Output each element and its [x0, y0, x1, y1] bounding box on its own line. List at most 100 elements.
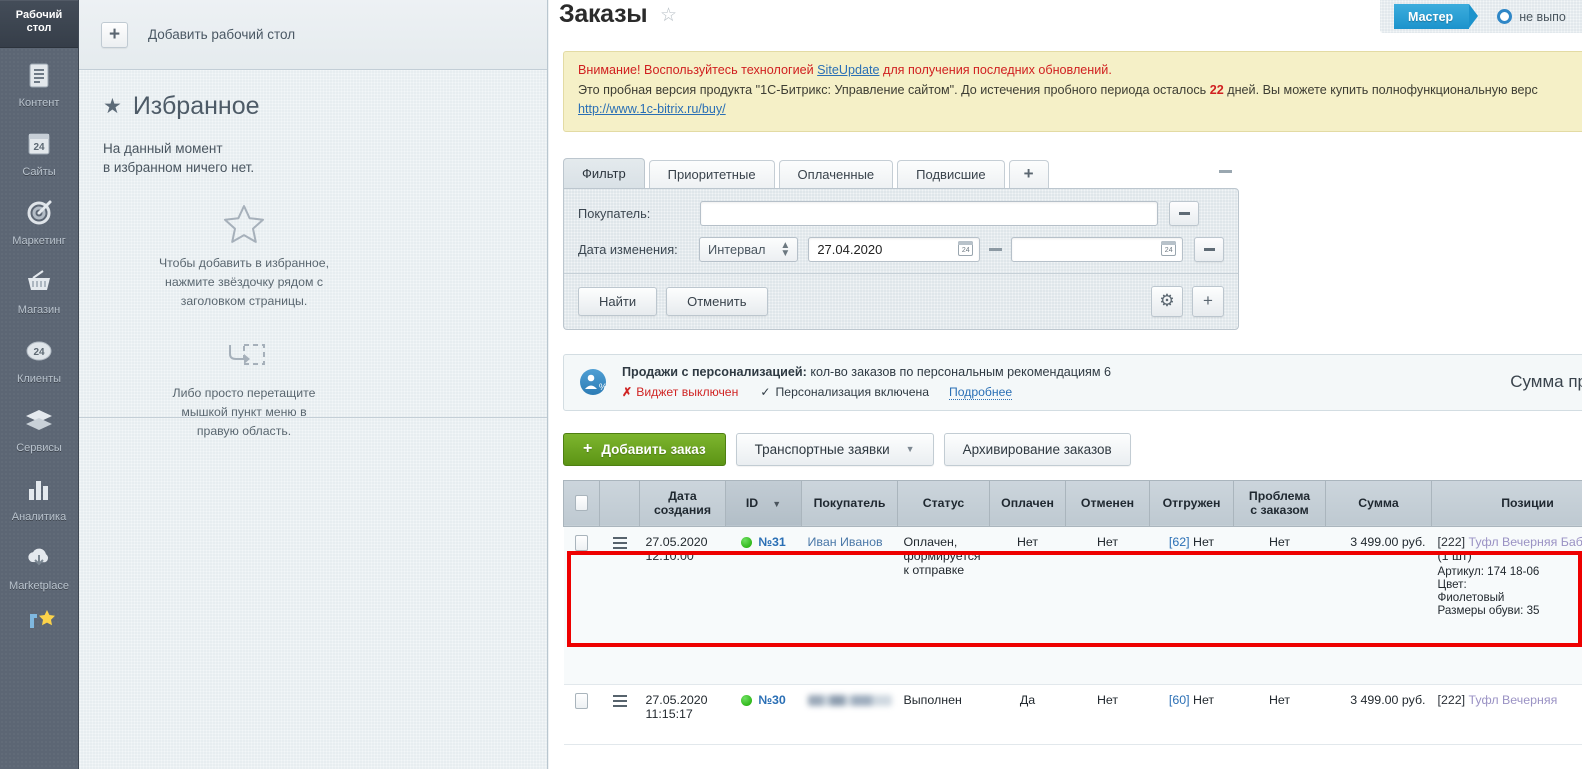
master-button[interactable]: Мастер	[1394, 4, 1479, 29]
row-id-link[interactable]: №31	[758, 535, 786, 549]
sidebar-item-services[interactable]: Сервисы	[0, 393, 78, 462]
remove-buyer-filter-icon[interactable]	[1169, 200, 1199, 226]
table-row[interactable]: 27.05.2020 11:15:17 №30 Выполнен Да Нет …	[563, 684, 1582, 745]
favorites-empty-line1: На данный момент	[103, 141, 223, 156]
row-buyer-redacted[interactable]	[807, 694, 892, 706]
sidebar-item-marketplace[interactable]: Marketplace	[0, 531, 78, 600]
col-id[interactable]: ID ▼	[725, 479, 802, 527]
remove-date-filter-icon[interactable]	[1194, 236, 1224, 262]
col-problem-line2: с заказом	[1250, 503, 1309, 517]
date-from-input[interactable]	[808, 236, 981, 262]
row-buyer-cell[interactable]	[801, 684, 898, 745]
table-row[interactable]: 27.05.2020 12:10:00 №31 Иван Иванов Опла…	[563, 526, 1582, 685]
sidebar-item-analytics[interactable]: Аналитика	[0, 462, 78, 531]
sidebar-item-sites[interactable]: 24 Сайты	[0, 117, 78, 186]
warning-prefix: Внимание! Воспользуйтесь технологией	[578, 63, 818, 77]
favorites-hint-drag: Либо просто перетащите мышкой пункт меню…	[79, 333, 409, 441]
add-desktop-label[interactable]: Добавить рабочий стол	[148, 27, 295, 42]
row-checkbox[interactable]	[575, 534, 588, 551]
personalization-text: Продажи с персонализацией: кол-во заказо…	[622, 365, 1111, 400]
widget-off-status: ✗ Виджет выключен	[622, 385, 738, 399]
row-select-cell[interactable]	[563, 526, 600, 685]
row-checkbox[interactable]	[575, 692, 588, 709]
col-cancelled[interactable]: Отменен	[1065, 479, 1150, 527]
col-positions[interactable]: Позиции	[1431, 479, 1582, 527]
favorites-title: Избранное	[132, 92, 260, 120]
row-position-name[interactable]: Туфл Вечерняя	[1469, 693, 1558, 707]
siteupdate-link[interactable]: SiteUpdate	[817, 63, 879, 77]
select-all-checkbox[interactable]	[575, 495, 588, 511]
archive-orders-button[interactable]: Архивирование заказов	[943, 432, 1131, 466]
favorites-empty-text: На данный момент в избранном ничего нет.	[79, 139, 547, 177]
more-details-link[interactable]: Подробнее	[949, 385, 1013, 400]
col-buyer[interactable]: Покупатель	[801, 479, 898, 527]
buyer-input[interactable]	[700, 200, 1158, 226]
row-select-cell[interactable]	[563, 684, 600, 745]
row-buyer-link[interactable]: Иван Иванов	[808, 535, 883, 549]
row-actions-icon[interactable]	[612, 694, 627, 707]
row-actions-icon[interactable]	[612, 536, 627, 549]
transport-requests-button[interactable]: Транспортные заявки ▼	[735, 432, 934, 466]
sidebar-item-content[interactable]: Контент	[0, 48, 78, 117]
sidebar-item-settings[interactable]	[0, 600, 78, 646]
date-to-input[interactable]	[1011, 236, 1184, 262]
col-shipped[interactable]: Отгружен	[1149, 479, 1234, 527]
col-date-created[interactable]: Дата создания	[639, 479, 726, 527]
row-menu-cell[interactable]	[599, 684, 640, 745]
hint2-line2: мышкой пункт меню в	[181, 405, 307, 419]
personalization-panel: % Продажи с персонализацией: кол-во зака…	[563, 353, 1582, 411]
hint2-line1: Либо просто перетащите	[172, 386, 316, 400]
row-id-cell[interactable]: №31	[725, 526, 802, 685]
buy-link[interactable]: http://www.1c-bitrix.ru/buy/	[578, 102, 726, 116]
row-buyer-cell[interactable]: Иван Иванов	[801, 526, 898, 685]
add-order-button[interactable]: + Добавить заказ	[563, 432, 726, 466]
sidebar-item-desktop[interactable]: Рабочий стол	[0, 0, 78, 48]
plus-icon[interactable]: +	[101, 21, 128, 48]
cancel-button[interactable]: Отменить	[666, 286, 768, 316]
row-menu-cell[interactable]	[599, 526, 640, 685]
radio-button-icon[interactable]	[1497, 9, 1513, 24]
personalization-status-line: ✗ Виджет выключен ✓ Персонализация включен…	[622, 385, 1111, 400]
select-all-header[interactable]	[563, 479, 600, 527]
warning-line-3: http://www.1c-bitrix.ru/buy/	[578, 100, 1582, 120]
collapse-filter-icon[interactable]	[1219, 169, 1232, 173]
sidebar-item-label: Маркетинг	[12, 235, 66, 247]
row-date-line1: 27.05.2020	[645, 534, 708, 549]
col-problem[interactable]: Проблема с заказом	[1233, 479, 1326, 527]
row-id-cell[interactable]: №30	[725, 684, 802, 745]
tab-hanging[interactable]: Подвисшие	[897, 159, 1005, 188]
col-problem-line1: Проблема	[1248, 489, 1311, 503]
tab-filter[interactable]: Фильтр	[563, 157, 645, 188]
filter-body: Покупатель: Дата изменения: Интервал ▲ ▼ …	[563, 187, 1239, 330]
filter-panel: Фильтр Приоритетные Оплаченные Подвисшие…	[563, 157, 1239, 330]
row-position-name[interactable]: Туфл Вечерняя Бабочка	[1469, 535, 1582, 549]
calendar-icon[interactable]: 24	[1161, 240, 1177, 256]
row-shipped-id[interactable]: [62]	[1169, 535, 1190, 549]
tab-add-icon[interactable]: +	[1008, 159, 1049, 188]
row-problem-cell: Нет	[1233, 684, 1326, 745]
radio-label[interactable]: не выпо	[1519, 10, 1566, 24]
row-shipped-id[interactable]: [60]	[1169, 693, 1190, 707]
add-order-label: Добавить заказ	[601, 441, 706, 457]
sidebar-item-marketing[interactable]: Маркетинг	[0, 186, 78, 255]
add-desktop-row[interactable]: + Добавить рабочий стол	[79, 0, 547, 70]
sidebar-item-shop[interactable]: Магазин	[0, 255, 78, 324]
tab-priority[interactable]: Приоритетные	[648, 159, 775, 188]
sidebar-item-clients[interactable]: 24 Клиенты	[0, 324, 78, 393]
calendar-icon[interactable]: 24	[958, 240, 974, 256]
row-id-link[interactable]: №30	[758, 693, 786, 707]
favorite-star-icon[interactable]: ☆	[660, 4, 677, 27]
find-button[interactable]: Найти	[578, 286, 658, 316]
gear-icon[interactable]: ⚙	[1151, 285, 1183, 317]
add-filter-icon[interactable]: +	[1192, 285, 1224, 317]
date-label: Дата изменения:	[578, 241, 678, 257]
col-status[interactable]: Статус	[897, 479, 990, 527]
col-paid[interactable]: Оплачен	[989, 479, 1066, 527]
tab-paid[interactable]: Оплаченные	[778, 159, 894, 188]
row-date-line1: 27.05.2020	[645, 692, 708, 707]
col-sum[interactable]: Сумма	[1325, 479, 1432, 527]
row-position-color: Фиолетовый	[1437, 590, 1505, 604]
personalization-on-status: ✓ Персонализация включена	[760, 385, 929, 399]
date-mode-select[interactable]: Интервал ▲ ▼	[699, 236, 799, 262]
col-date-line2: создания	[653, 503, 712, 517]
